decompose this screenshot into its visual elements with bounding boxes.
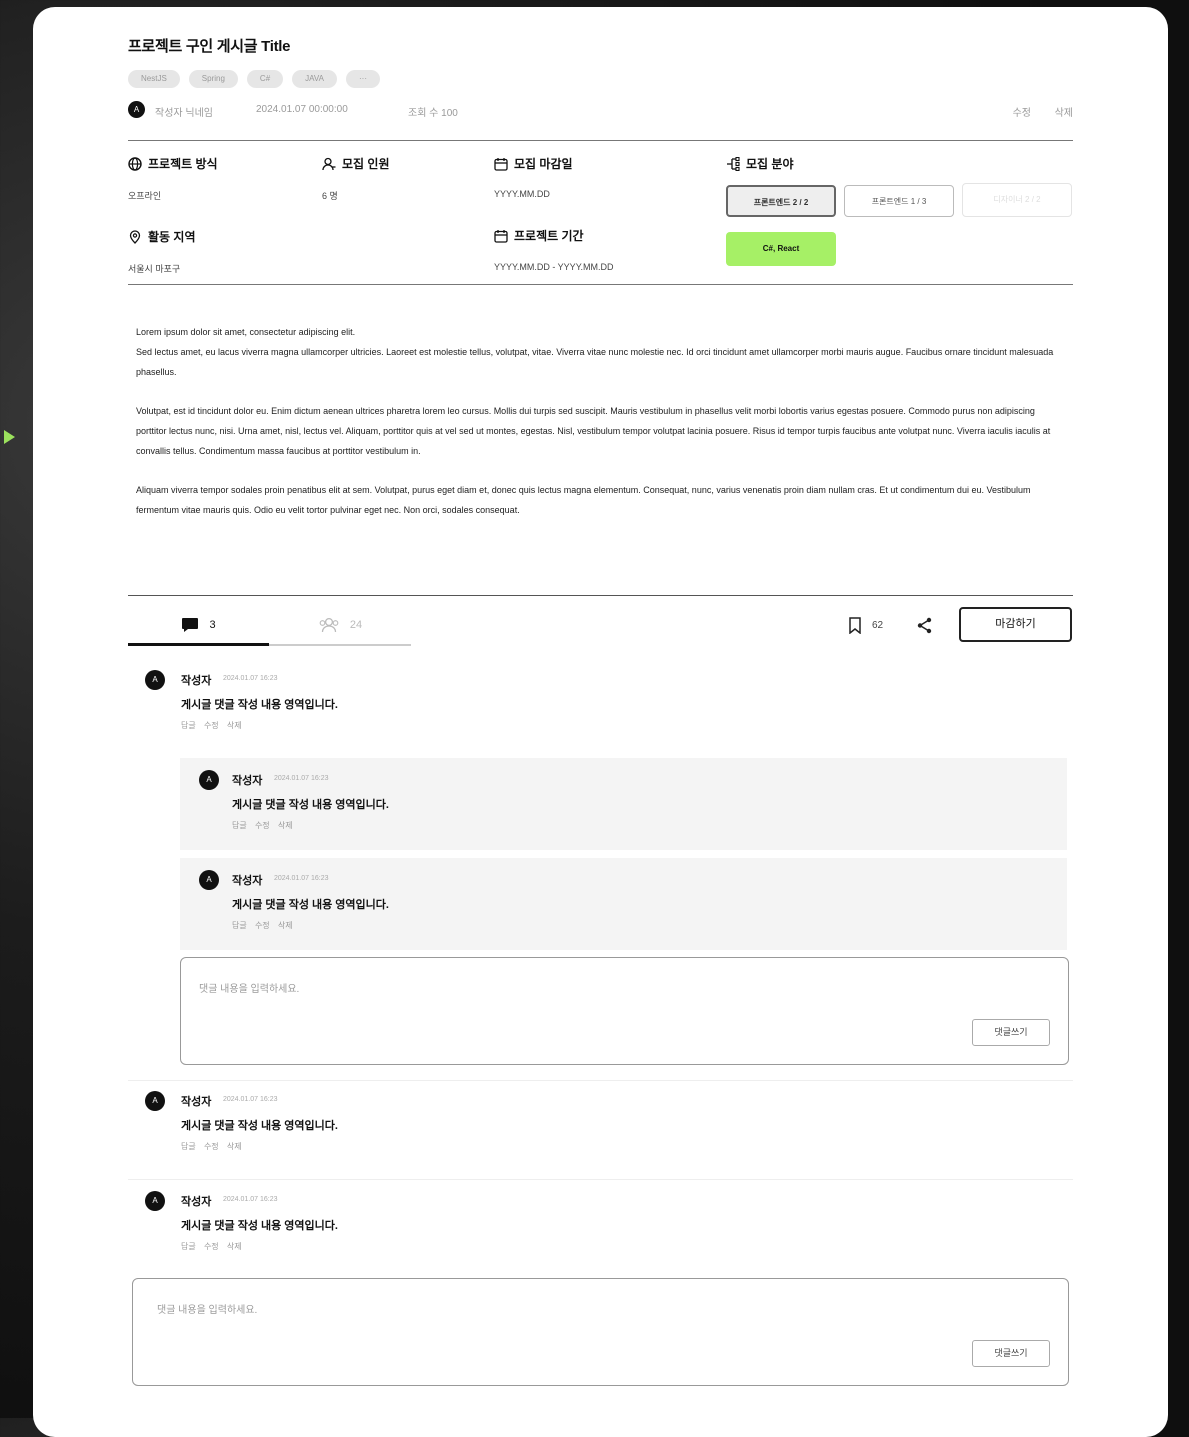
members-label: 모집 인원 bbox=[322, 155, 390, 172]
comment-avatar[interactable]: A bbox=[145, 1091, 165, 1111]
comment-actions[interactable]: 답글 수정 삭제 bbox=[181, 1241, 242, 1252]
tag-chip[interactable]: JAVA bbox=[292, 70, 337, 88]
region-value: 서울시 마포구 bbox=[128, 264, 181, 274]
calendar-icon bbox=[494, 157, 508, 171]
bookmark-icon bbox=[849, 617, 861, 634]
comment-text: 게시글 댓글 작성 내용 영역입니다. bbox=[232, 799, 389, 811]
post-date: 2024.01.07 00:00:00 bbox=[256, 104, 348, 115]
comment-actions[interactable]: 답글 수정 삭제 bbox=[232, 920, 293, 931]
comment-input[interactable]: 댓글 내용을 입력하세요. bbox=[157, 1301, 257, 1316]
edit-link[interactable]: 수정 bbox=[1013, 104, 1031, 119]
comment-avatar[interactable]: A bbox=[145, 1191, 165, 1211]
comment-icon bbox=[182, 618, 199, 632]
post-meta: A 작성자 닉네임 2024.01.07 00:00:00 조회 수 100 수… bbox=[128, 101, 1073, 121]
bookmark-button[interactable]: 62 bbox=[848, 617, 883, 634]
comment-time: 2024.01.07 16:23 bbox=[223, 1196, 278, 1203]
body-paragraph: Lorem ipsum dolor sit amet, consectetur … bbox=[136, 327, 356, 337]
reply-input[interactable]: 댓글 내용을 입력하세요. bbox=[199, 980, 299, 995]
close-recruit-button[interactable]: 마감하기 bbox=[959, 607, 1072, 642]
comment-time: 2024.01.07 16:23 bbox=[223, 1096, 278, 1103]
tag-list: NestJS Spring C# JAVA ··· bbox=[128, 70, 380, 88]
comment-text: 게시글 댓글 작성 내용 영역입니다. bbox=[181, 1220, 338, 1232]
role-option-frontend[interactable]: 프론트엔드 2 / 2 bbox=[726, 185, 836, 217]
tag-chip[interactable]: Spring bbox=[188, 70, 238, 88]
comment-author[interactable]: 작성자 bbox=[181, 1193, 211, 1209]
comment-text: 게시글 댓글 작성 내용 영역입니다. bbox=[181, 1120, 338, 1132]
divider bbox=[128, 1080, 1073, 1081]
region-label-text: 활동 지역 bbox=[148, 230, 196, 244]
method-label-text: 프로젝트 방식 bbox=[148, 157, 218, 171]
method-label: 프로젝트 방식 bbox=[128, 155, 218, 172]
period-label-text: 프로젝트 기간 bbox=[514, 229, 584, 243]
share-icon bbox=[917, 617, 932, 634]
background-play-arrow bbox=[4, 430, 15, 444]
deadline-value: YYYY.MM.DD bbox=[494, 189, 550, 199]
body-paragraph: Aliquam viverra tempor sodales proin pen… bbox=[136, 485, 1031, 515]
role-stack-badge: C#, React bbox=[726, 232, 836, 266]
deadline-label-text: 모집 마감일 bbox=[514, 157, 573, 171]
tab-applicants[interactable]: 24 bbox=[269, 607, 411, 643]
body-paragraph: Sed lectus amet, eu lacus viverra magna … bbox=[136, 347, 1054, 377]
divider bbox=[128, 284, 1073, 285]
comment-author[interactable]: 작성자 bbox=[181, 672, 211, 688]
location-icon bbox=[129, 229, 141, 244]
applicants-count: 24 bbox=[349, 619, 363, 631]
comment-input-box: 댓글 내용을 입력하세요. 댓글쓰기 bbox=[132, 1278, 1069, 1386]
comment-avatar[interactable]: A bbox=[199, 870, 219, 890]
period-label: 프로젝트 기간 bbox=[494, 227, 584, 244]
share-button[interactable] bbox=[916, 617, 933, 639]
bookmark-count: 62 bbox=[872, 620, 884, 631]
divider bbox=[128, 595, 1073, 596]
roles-label: 모집 분야 bbox=[726, 155, 794, 172]
delete-link[interactable]: 삭제 bbox=[1055, 104, 1073, 119]
role-option-frontend-2[interactable]: 프론트엔드 1 / 3 bbox=[844, 185, 954, 217]
body-paragraph: Volutpat, est id tincidunt dolor eu. Eni… bbox=[136, 406, 1051, 456]
comment-actions[interactable]: 답글 수정 삭제 bbox=[181, 1141, 242, 1152]
method-value: 오프라인 bbox=[128, 191, 162, 201]
comment-avatar[interactable]: A bbox=[145, 670, 165, 690]
comment-time: 2024.01.07 16:23 bbox=[274, 775, 329, 782]
post-title: 프로젝트 구인 게시글 Title bbox=[128, 38, 291, 55]
deadline-label: 모집 마감일 bbox=[494, 155, 573, 172]
comment-author[interactable]: 작성자 bbox=[232, 772, 262, 788]
globe-icon bbox=[128, 156, 142, 171]
author-nickname[interactable]: 작성자 닉네임 bbox=[155, 104, 213, 119]
role-option-designer[interactable]: 디자이너 2 / 2 bbox=[962, 183, 1072, 217]
divider bbox=[128, 1179, 1073, 1180]
comment-text: 게시글 댓글 작성 내용 영역입니다. bbox=[181, 699, 338, 711]
comment-actions[interactable]: 답글 수정 삭제 bbox=[232, 820, 293, 831]
comment-actions[interactable]: 답글 수정 삭제 bbox=[181, 720, 242, 731]
person-icon bbox=[322, 157, 336, 170]
post-body: Lorem ipsum dolor sit amet, consectetur … bbox=[136, 322, 1066, 539]
author-avatar[interactable]: A bbox=[128, 101, 145, 118]
region-label: 활동 지역 bbox=[128, 228, 196, 245]
tag-chip[interactable]: C# bbox=[246, 70, 284, 88]
reply-submit-button[interactable]: 댓글쓰기 bbox=[972, 1019, 1050, 1046]
comment-avatar[interactable]: A bbox=[199, 770, 219, 790]
comment-text: 게시글 댓글 작성 내용 영역입니다. bbox=[232, 899, 389, 911]
active-tab-indicator bbox=[128, 643, 269, 646]
roles-label-text: 모집 분야 bbox=[746, 157, 794, 171]
comment-submit-button[interactable]: 댓글쓰기 bbox=[972, 1340, 1050, 1367]
comment-author[interactable]: 작성자 bbox=[232, 872, 262, 888]
divider bbox=[128, 140, 1073, 141]
members-value: 6 명 bbox=[322, 191, 338, 201]
people-icon bbox=[319, 617, 339, 633]
more-tags-chip[interactable]: ··· bbox=[345, 70, 380, 88]
period-value: YYYY.MM.DD - YYYY.MM.DD bbox=[494, 262, 614, 272]
reply-input-box: 댓글 내용을 입력하세요. 댓글쓰기 bbox=[180, 957, 1069, 1065]
comment-time: 2024.01.07 16:23 bbox=[274, 875, 329, 882]
post-card: 프로젝트 구인 게시글 Title NestJS Spring C# JAVA … bbox=[33, 7, 1168, 1437]
calendar-icon bbox=[494, 229, 508, 243]
tag-chip[interactable]: NestJS bbox=[128, 70, 180, 88]
tab-comments[interactable]: 3 bbox=[128, 607, 269, 643]
members-label-text: 모집 인원 bbox=[342, 157, 390, 171]
comments-count: 3 bbox=[209, 619, 216, 631]
branch-icon bbox=[727, 156, 740, 171]
comment-time: 2024.01.07 16:23 bbox=[223, 675, 278, 682]
view-count: 조회 수 100 bbox=[408, 108, 458, 119]
tabs-row: 3 24 62 마감하기 bbox=[128, 607, 1073, 651]
tab-underline bbox=[269, 644, 411, 646]
comment-author[interactable]: 작성자 bbox=[181, 1093, 211, 1109]
